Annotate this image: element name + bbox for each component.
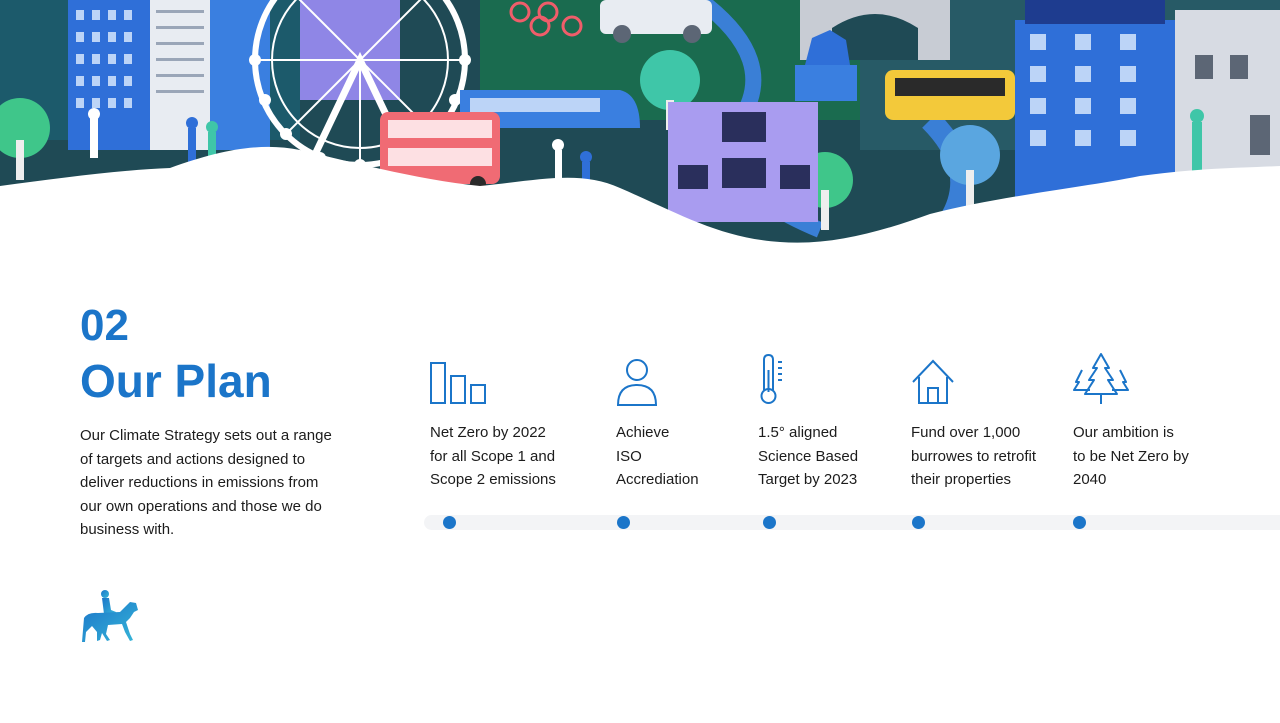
timeline-dot	[912, 516, 925, 529]
target-label-line: Our ambition is	[1073, 424, 1174, 441]
target-label: Fund over 1,000 burrowes to retrofit the…	[911, 421, 1036, 492]
timeline-dot	[763, 516, 776, 529]
target-fund-retrofit: Fund over 1,000 burrowes to retrofit the…	[911, 352, 1036, 492]
section-title: Our Plan	[80, 355, 272, 407]
intro-line: of targets and actions designed to	[80, 450, 306, 468]
target-label-line: Scope 2 emissions	[430, 471, 556, 488]
intro-line: business with.	[80, 521, 175, 538]
target-iso-accreditation: Achieve ISO Accrediation	[616, 352, 699, 492]
timeline-dot	[617, 516, 630, 529]
tram	[885, 70, 1015, 120]
intro-line: Our Climate Strategy sets out a range	[80, 427, 332, 444]
intro-line: deliver reductions in emissions from	[80, 474, 319, 491]
target-label-line: Fund over 1,000	[911, 424, 1021, 441]
target-net-zero-2040: Our ambition is to be Net Zero by 2040	[1073, 352, 1189, 492]
target-net-zero-2022: Net Zero by 2022 for all Scope 1 and Sco…	[430, 352, 556, 492]
target-label: Our ambition is to be Net Zero by 2040	[1073, 421, 1189, 492]
target-label-line: their properties	[911, 471, 1012, 488]
target-label: Achieve ISO Accrediation	[616, 421, 699, 492]
target-science-based: 1.5° aligned Science Based Target by 202…	[758, 352, 858, 492]
city-illustration-banner	[0, 0, 1280, 260]
target-label-line: for all Scope 1 and	[430, 447, 556, 465]
school-building	[668, 102, 818, 222]
thermometer-icon	[760, 353, 782, 404]
target-label-line: burrowes to retrofit	[911, 447, 1037, 465]
target-label-line: Achieve	[616, 424, 670, 441]
timeline-track	[424, 515, 1280, 530]
horse-and-rider-logo	[82, 590, 138, 642]
target-label-line: Science Based	[758, 447, 859, 465]
target-label-line: 2040	[1073, 471, 1107, 488]
section-number: 02	[80, 301, 129, 350]
person-icon	[616, 359, 658, 406]
target-label-line: Net Zero by 2022	[430, 424, 546, 441]
target-label: Net Zero by 2022 for all Scope 1 and Sco…	[430, 421, 556, 492]
trees-icon	[1073, 353, 1129, 404]
target-label-line: Accrediation	[616, 471, 699, 488]
office-tower-left	[68, 0, 270, 150]
timeline-dot	[1073, 516, 1086, 529]
target-label-line: to be Net Zero by	[1073, 447, 1189, 465]
intro-paragraph: Our Climate Strategy sets out a range of…	[80, 424, 360, 542]
target-label-line: 1.5° aligned	[758, 424, 838, 441]
house-icon	[912, 359, 954, 404]
bar-chart-icon	[430, 362, 486, 404]
intro-line: our own operations and those we do	[80, 497, 322, 515]
target-label: 1.5° aligned Science Based Target by 202…	[758, 421, 858, 492]
target-label-line: ISO	[616, 447, 642, 465]
timeline-dot	[443, 516, 456, 529]
target-label-line: Target by 2023	[758, 471, 858, 488]
